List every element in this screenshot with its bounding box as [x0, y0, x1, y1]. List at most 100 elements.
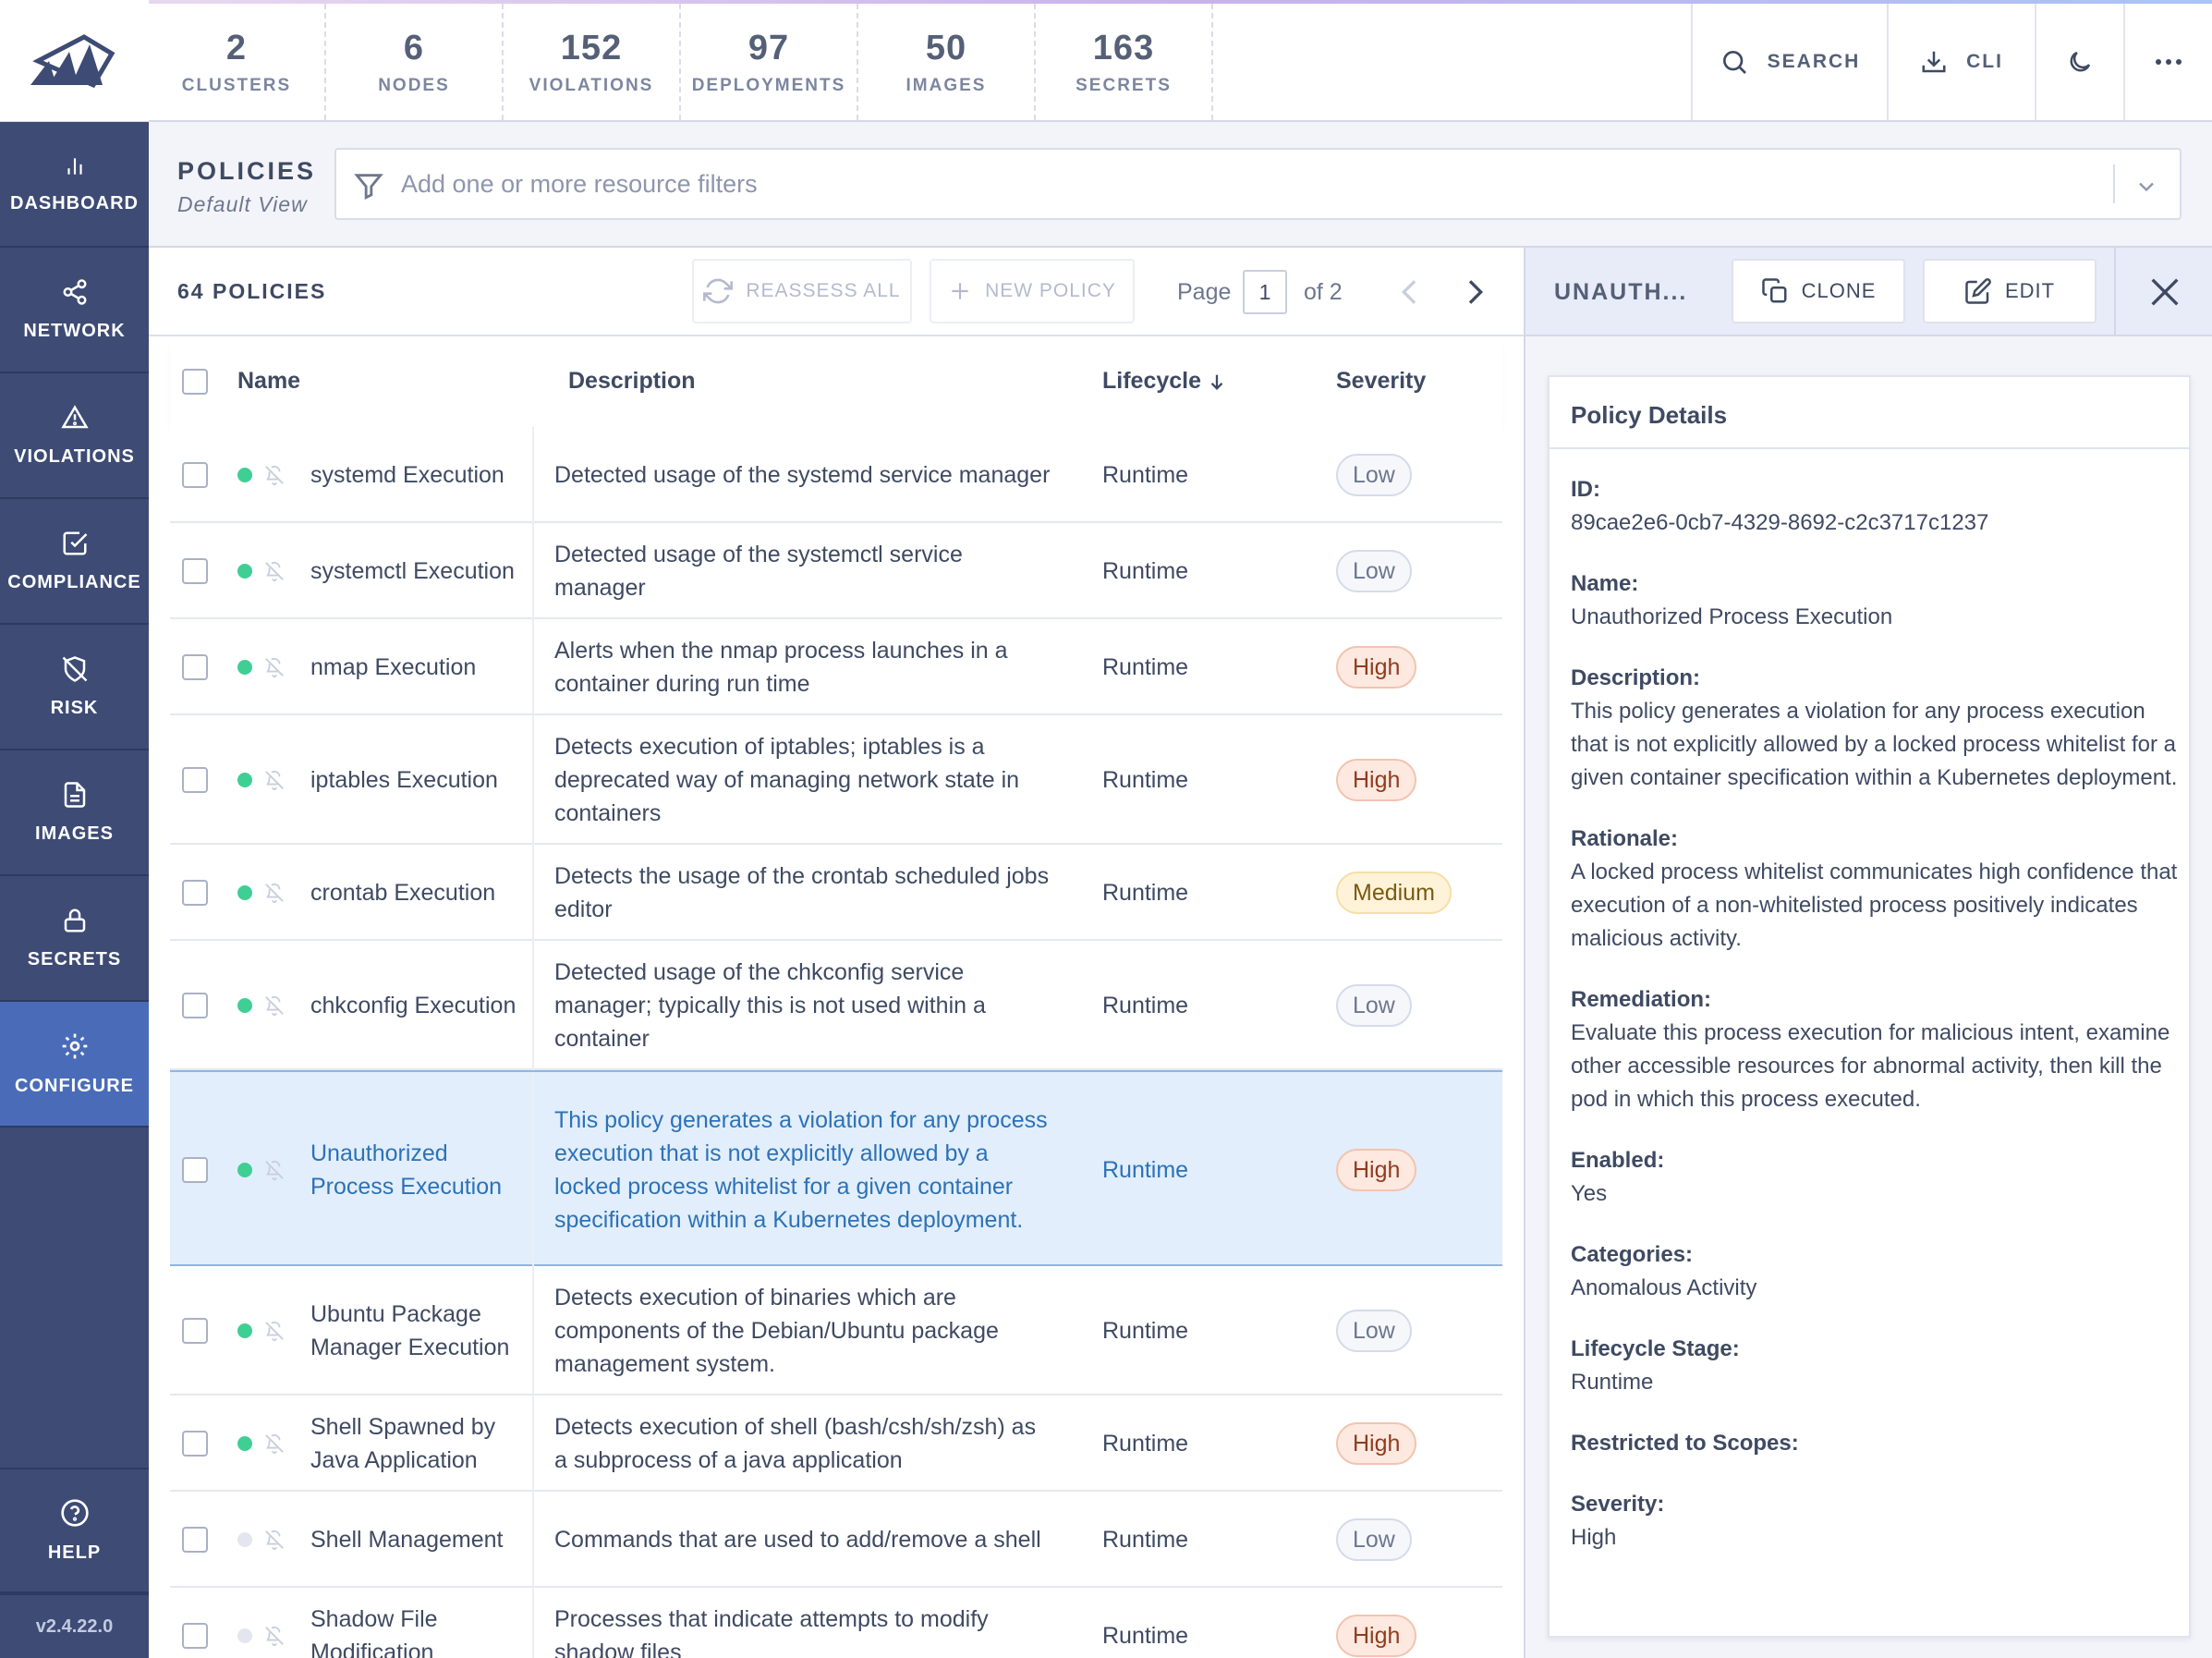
- row-checkbox[interactable]: [182, 1431, 208, 1457]
- table-row[interactable]: Ubuntu Package Manager Execution Detects …: [170, 1266, 1502, 1396]
- chevron-down-icon[interactable]: [2133, 174, 2159, 200]
- notifications-off-icon[interactable]: [264, 1530, 285, 1550]
- table-row[interactable]: iptables Execution Detects execution of i…: [170, 715, 1502, 845]
- policy-name[interactable]: systemctl Execution: [310, 523, 532, 619]
- table-row[interactable]: Shadow File Modification Processes that i…: [170, 1588, 1502, 1658]
- policy-name[interactable]: Unauthorized Process Execution: [310, 1072, 532, 1268]
- severity-badge: High: [1336, 759, 1417, 801]
- policy-name[interactable]: Shadow File Modification: [310, 1588, 532, 1658]
- notifications-off-icon[interactable]: [264, 1321, 285, 1341]
- row-checkbox[interactable]: [182, 654, 208, 680]
- policy-list-panel: 64 POLICIES REASSESS ALL NEW POLICY Page…: [149, 248, 1524, 1658]
- notifications-off-icon[interactable]: [264, 465, 285, 485]
- row-checkbox[interactable]: [182, 1318, 208, 1344]
- stat-deployments[interactable]: 97 DEPLOYMENTS: [681, 4, 858, 120]
- enabled-status-dot: [237, 660, 252, 675]
- page-number-input[interactable]: 1: [1243, 270, 1287, 314]
- row-checkbox[interactable]: [182, 1157, 208, 1183]
- column-severity[interactable]: Severity: [1336, 368, 1426, 395]
- table-row[interactable]: chkconfig Execution Detected usage of the…: [170, 941, 1502, 1070]
- table-row[interactable]: Shell Management Commands that are used t…: [170, 1492, 1502, 1588]
- cli-download-button[interactable]: CLI: [1887, 4, 2035, 120]
- stat-secrets[interactable]: 163 SECRETS: [1036, 4, 1213, 120]
- close-detail-button[interactable]: [2114, 248, 2212, 336]
- page-header: POLICIES Default View Add one or more re…: [149, 122, 2212, 248]
- policy-name[interactable]: systemd Execution: [310, 427, 532, 523]
- row-checkbox[interactable]: [182, 462, 208, 488]
- previous-page-icon[interactable]: [1392, 274, 1428, 311]
- policy-name[interactable]: iptables Execution: [310, 715, 532, 845]
- column-description[interactable]: Description: [568, 368, 696, 395]
- new-policy-label: NEW POLICY: [985, 280, 1116, 301]
- row-checkbox[interactable]: [182, 767, 208, 793]
- stat-nodes[interactable]: 6 NODES: [326, 4, 504, 120]
- resource-filter-input[interactable]: Add one or more resource filters: [334, 148, 2182, 220]
- row-checkbox[interactable]: [182, 993, 208, 1018]
- nav-network[interactable]: NETWORK: [0, 248, 149, 373]
- nav-dashboard[interactable]: DASHBOARD: [0, 122, 149, 248]
- policy-name[interactable]: Ubuntu Package Manager Execution: [310, 1266, 532, 1396]
- detail-field-label: Lifecycle Stage:: [1571, 1336, 1740, 1361]
- reassess-all-button[interactable]: REASSESS ALL: [692, 259, 912, 323]
- notifications-off-icon[interactable]: [264, 561, 285, 581]
- policy-name[interactable]: nmap Execution: [310, 619, 532, 715]
- notifications-off-icon[interactable]: [264, 770, 285, 790]
- edit-button[interactable]: EDIT: [1923, 259, 2097, 323]
- new-policy-button[interactable]: NEW POLICY: [930, 259, 1135, 323]
- nav-images[interactable]: IMAGES: [0, 750, 149, 876]
- detail-field-value: Anomalous Activity: [1571, 1275, 1757, 1300]
- stackrox-logo[interactable]: [0, 0, 149, 122]
- nav-help[interactable]: HELP: [0, 1468, 149, 1593]
- enabled-status-dot: [237, 1323, 252, 1338]
- stat-clusters[interactable]: 2 CLUSTERS: [149, 4, 326, 120]
- detail-field: Remediation: Evaluate this process execut…: [1571, 983, 2181, 1116]
- policy-name[interactable]: chkconfig Execution: [310, 941, 532, 1070]
- more-menu-button[interactable]: [2123, 4, 2212, 120]
- nav-label: RISK: [50, 697, 99, 718]
- clone-button[interactable]: CLONE: [1732, 259, 1905, 323]
- notifications-off-icon[interactable]: [264, 1160, 285, 1180]
- notifications-off-icon[interactable]: [264, 657, 285, 677]
- nav-label: SECRETS: [27, 948, 122, 969]
- nav-secrets[interactable]: SECRETS: [0, 876, 149, 1002]
- column-lifecycle[interactable]: Lifecycle: [1102, 368, 1227, 395]
- detail-field-value: Yes: [1571, 1181, 1608, 1206]
- row-checkbox[interactable]: [182, 558, 208, 584]
- detail-field-label: Description:: [1571, 665, 1701, 690]
- table-row[interactable]: nmap Execution Alerts when the nmap proce…: [170, 619, 1502, 715]
- notifications-off-icon[interactable]: [264, 995, 285, 1016]
- notifications-off-icon[interactable]: [264, 883, 285, 903]
- next-page-icon[interactable]: [1456, 274, 1493, 311]
- severity-badge: High: [1336, 1422, 1417, 1465]
- enabled-status-dot: [237, 1436, 252, 1451]
- policy-count: 64 POLICIES: [177, 279, 327, 303]
- search-button[interactable]: SEARCH: [1691, 4, 1887, 120]
- table-row[interactable]: Shell Spawned by Java Application Detects…: [170, 1396, 1502, 1492]
- nav-violations[interactable]: VIOLATIONS: [0, 373, 149, 499]
- policy-lifecycle: Runtime: [1102, 1317, 1189, 1344]
- column-name[interactable]: Name: [237, 368, 300, 395]
- lock-icon: [64, 908, 85, 932]
- table-row[interactable]: crontab Execution Detects the usage of th…: [170, 845, 1502, 941]
- row-checkbox[interactable]: [182, 1527, 208, 1553]
- nav-compliance[interactable]: COMPLIANCE: [0, 499, 149, 625]
- policy-description: Detects execution of iptables; iptables …: [532, 715, 1054, 845]
- table-row[interactable]: systemctl Execution Detected usage of the…: [170, 523, 1502, 619]
- table-row-selected[interactable]: Unauthorized Process Execution This polic…: [170, 1070, 1502, 1268]
- search-icon: [1722, 51, 1746, 74]
- detail-field-label: ID:: [1571, 477, 1600, 502]
- policy-name[interactable]: crontab Execution: [310, 845, 532, 941]
- row-checkbox[interactable]: [182, 1623, 208, 1649]
- policy-name[interactable]: Shell Management: [310, 1492, 532, 1588]
- select-all-checkbox[interactable]: [182, 369, 208, 395]
- row-checkbox[interactable]: [182, 880, 208, 906]
- nav-risk[interactable]: RISK: [0, 625, 149, 750]
- stat-images[interactable]: 50 IMAGES: [858, 4, 1036, 120]
- stat-violations[interactable]: 152 VIOLATIONS: [504, 4, 681, 120]
- theme-toggle-button[interactable]: [2035, 4, 2123, 120]
- nav-configure[interactable]: CONFIGURE: [0, 1002, 149, 1128]
- notifications-off-icon[interactable]: [264, 1626, 285, 1646]
- policy-name[interactable]: Shell Spawned by Java Application: [310, 1396, 532, 1492]
- notifications-off-icon[interactable]: [264, 1433, 285, 1454]
- table-row[interactable]: systemd Execution Detected usage of the s…: [170, 427, 1502, 523]
